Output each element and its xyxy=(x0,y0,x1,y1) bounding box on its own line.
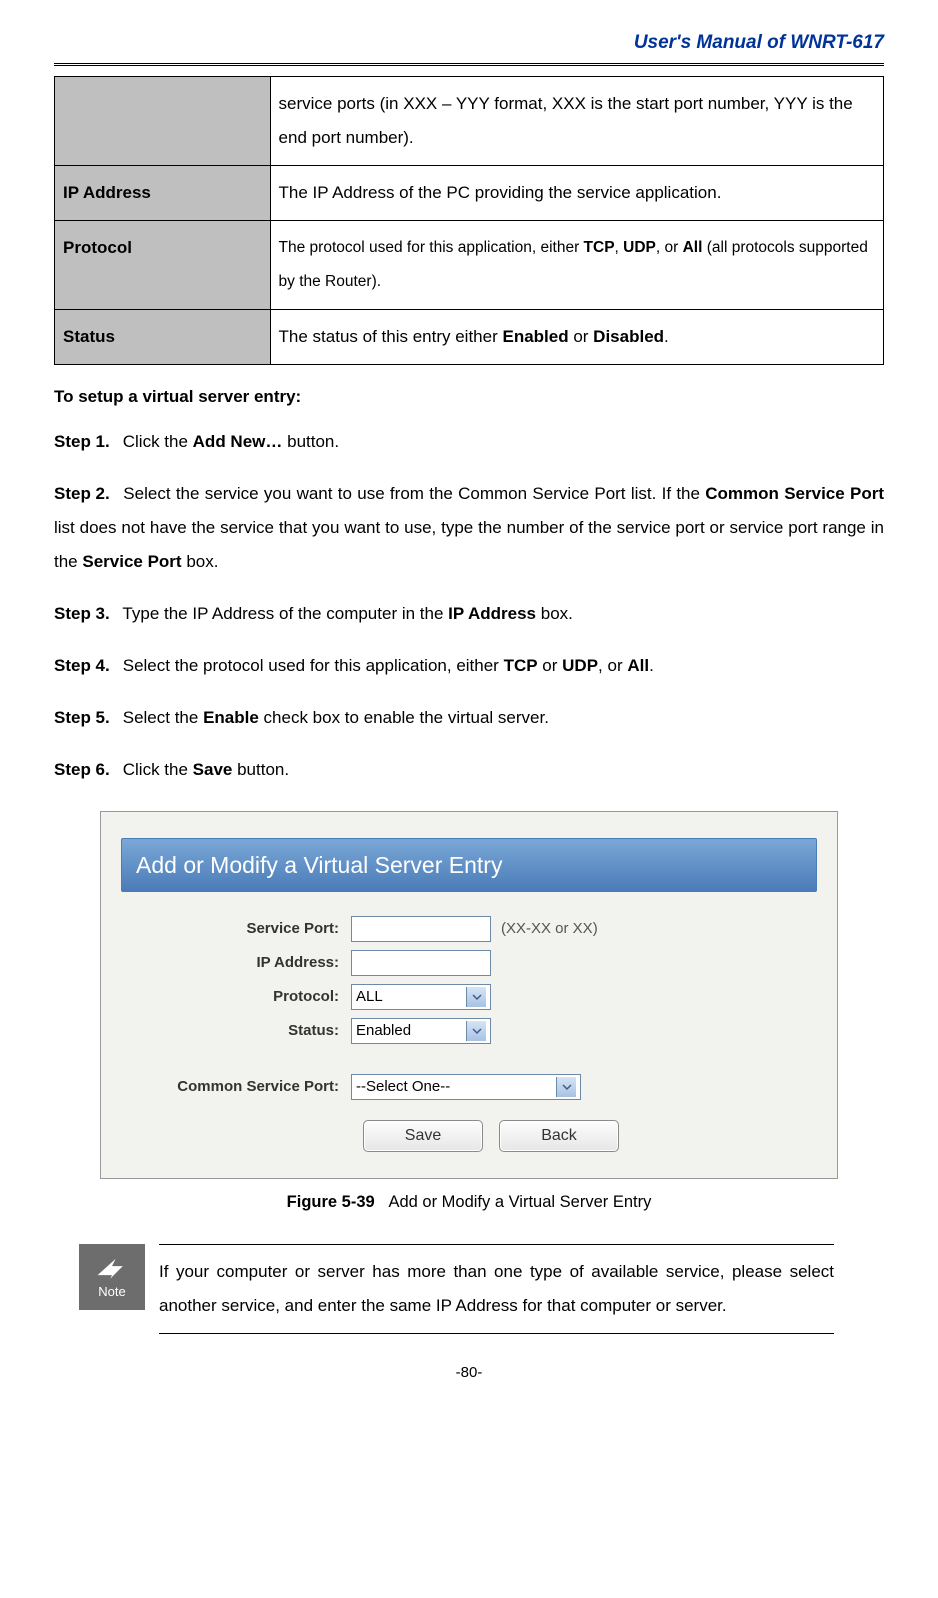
table-cell-label: IP Address xyxy=(55,165,271,220)
ip-address-input[interactable] xyxy=(351,950,491,976)
text-bold: Disabled xyxy=(593,327,664,346)
text-bold: All xyxy=(627,656,649,675)
text: , xyxy=(615,239,624,256)
label-common-service-port: Common Service Port: xyxy=(121,1076,351,1097)
status-value: Enabled xyxy=(356,1020,411,1041)
table-cell-desc: The status of this entry either Enabled … xyxy=(270,309,883,364)
label-status: Status: xyxy=(121,1020,351,1041)
text: The protocol used for this application, … xyxy=(279,239,584,256)
text: or xyxy=(569,327,594,346)
table-cell-desc: The IP Address of the PC providing the s… xyxy=(270,165,883,220)
status-select[interactable]: Enabled xyxy=(351,1018,491,1044)
text-bold: Service Port xyxy=(82,552,181,571)
table-cell-label: Protocol xyxy=(55,220,271,309)
step-label: Step 6. xyxy=(54,753,118,787)
chevron-down-icon xyxy=(466,987,486,1007)
common-service-port-select[interactable]: --Select One-- xyxy=(351,1074,581,1100)
table-row: service ports (in XXX – YYY format, XXX … xyxy=(55,76,884,165)
text: . xyxy=(649,656,654,675)
step-label: Step 4. xyxy=(54,649,118,683)
step-label: Step 3. xyxy=(54,597,118,631)
step-1: Step 1. Click the Add New… button. xyxy=(54,425,884,459)
table-cell-desc: The protocol used for this application, … xyxy=(270,220,883,309)
save-button[interactable]: Save xyxy=(363,1120,483,1152)
step-6: Step 6. Click the Save button. xyxy=(54,753,884,787)
label-ip-address: IP Address: xyxy=(121,952,351,973)
text-bold: Add New… xyxy=(193,432,283,451)
text: Type the IP Address of the computer in t… xyxy=(122,604,448,623)
text-bold: TCP xyxy=(504,656,538,675)
text: check box to enable the virtual server. xyxy=(259,708,549,727)
text: box. xyxy=(182,552,219,571)
chevron-down-icon xyxy=(466,1021,486,1041)
text-bold: Common Service Port xyxy=(705,484,884,503)
text: , or xyxy=(656,239,683,256)
step-label: Step 5. xyxy=(54,701,118,735)
text: Click the xyxy=(123,432,193,451)
step-label: Step 1. xyxy=(54,425,118,459)
text: , or xyxy=(598,656,627,675)
step-3: Step 3. Type the IP Address of the compu… xyxy=(54,597,884,631)
form-row-ip-address: IP Address: xyxy=(121,950,817,976)
table-cell-desc: service ports (in XXX – YYY format, XXX … xyxy=(270,76,883,165)
text-bold: All xyxy=(683,239,703,256)
protocol-value: ALL xyxy=(356,986,383,1007)
section-heading: To setup a virtual server entry: xyxy=(54,385,884,409)
note-icon: Note xyxy=(79,1244,145,1310)
figure-panel: Add or Modify a Virtual Server Entry Ser… xyxy=(100,811,838,1179)
table-row: IP Address The IP Address of the PC prov… xyxy=(55,165,884,220)
text-bold: IP Address xyxy=(448,604,536,623)
button-row: Save Back xyxy=(363,1120,817,1152)
text: Select the xyxy=(123,708,203,727)
service-port-hint: (XX-XX or XX) xyxy=(501,918,598,939)
text: box. xyxy=(536,604,573,623)
page-header: User's Manual of WNRT-617 xyxy=(54,30,884,57)
note-label: Note xyxy=(98,1283,125,1301)
figure-container: Add or Modify a Virtual Server Entry Ser… xyxy=(54,805,884,1220)
note-text: If your computer or server has more than… xyxy=(159,1244,834,1334)
parameter-table: service ports (in XXX – YYY format, XXX … xyxy=(54,76,884,365)
text-bold: UDP xyxy=(623,239,656,256)
page-number: -80- xyxy=(54,1362,884,1383)
service-port-input[interactable] xyxy=(351,916,491,942)
figure-caption-text: Add or Modify a Virtual Server Entry xyxy=(388,1193,651,1211)
chevron-down-icon xyxy=(556,1077,576,1097)
note-block: Note If your computer or server has more… xyxy=(79,1244,834,1334)
back-button[interactable]: Back xyxy=(499,1120,619,1152)
step-label: Step 2. xyxy=(54,477,118,511)
protocol-select[interactable]: ALL xyxy=(351,984,491,1010)
text-bold: UDP xyxy=(562,656,598,675)
text: . xyxy=(664,327,669,346)
text: Select the protocol used for this applic… xyxy=(123,656,504,675)
table-row: Protocol The protocol used for this appl… xyxy=(55,220,884,309)
label-service-port: Service Port: xyxy=(121,918,351,939)
figure-title: Add or Modify a Virtual Server Entry xyxy=(121,838,817,892)
text: button. xyxy=(282,432,339,451)
figure-caption-label: Figure 5-39 xyxy=(287,1193,375,1211)
text: The status of this entry either xyxy=(279,327,503,346)
text-bold: Enable xyxy=(203,708,259,727)
form-row-common-service-port: Common Service Port: --Select One-- xyxy=(121,1074,817,1100)
step-4: Step 4. Select the protocol used for thi… xyxy=(54,649,884,683)
text: button. xyxy=(232,760,289,779)
step-2: Step 2. Select the service you want to u… xyxy=(54,477,884,579)
text-bold: Save xyxy=(193,760,233,779)
text: Select the service you want to use from … xyxy=(123,484,705,503)
form-row-protocol: Protocol: ALL xyxy=(121,984,817,1010)
label-protocol: Protocol: xyxy=(121,986,351,1007)
text: Click the xyxy=(123,760,193,779)
header-rule xyxy=(54,63,884,66)
form-row-status: Status: Enabled xyxy=(121,1018,817,1044)
table-cell-label xyxy=(55,76,271,165)
table-cell-label: Status xyxy=(55,309,271,364)
step-5: Step 5. Select the Enable check box to e… xyxy=(54,701,884,735)
common-service-port-value: --Select One-- xyxy=(356,1076,450,1097)
text: or xyxy=(538,656,563,675)
figure-caption: Figure 5-39 Add or Modify a Virtual Serv… xyxy=(100,1191,838,1214)
form-row-service-port: Service Port: (XX-XX or XX) xyxy=(121,916,817,942)
text-bold: TCP xyxy=(584,239,615,256)
table-row: Status The status of this entry either E… xyxy=(55,309,884,364)
text-bold: Enabled xyxy=(502,327,568,346)
